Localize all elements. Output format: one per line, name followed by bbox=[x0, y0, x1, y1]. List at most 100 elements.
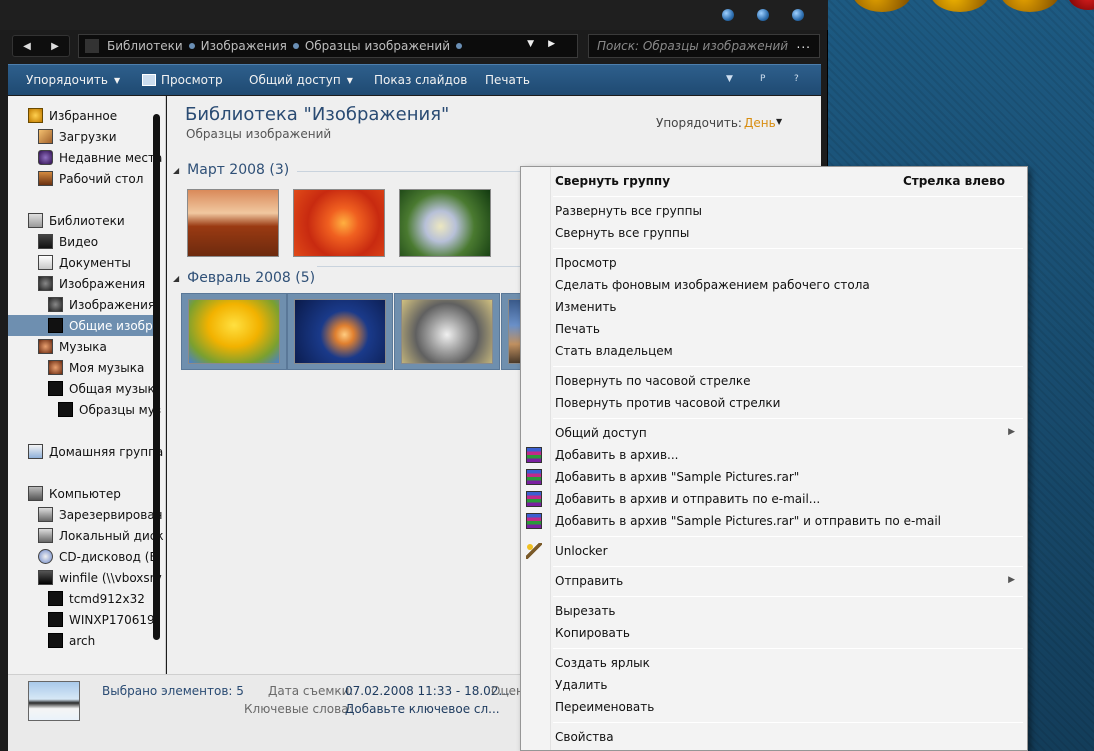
photo-item-selected[interactable] bbox=[394, 293, 500, 370]
collapse-icon[interactable]: ◢ bbox=[173, 274, 179, 283]
nav-public-music[interactable]: Общая музык bbox=[48, 378, 155, 399]
breadcrumb-libraries[interactable]: Библиотеки bbox=[107, 39, 183, 53]
chevron-down-icon[interactable]: ▼ bbox=[776, 117, 782, 126]
menu-item-take-ownership[interactable]: Стать владельцем bbox=[521, 340, 1027, 362]
group-label: Февраль 2008 (5) bbox=[187, 270, 316, 286]
nav-documents[interactable]: Документы bbox=[38, 252, 131, 273]
nav-label: Общие изобр bbox=[69, 318, 153, 333]
slideshow-button[interactable]: Показ слайдов bbox=[374, 73, 467, 87]
breadcrumb-pictures[interactable]: Изображения bbox=[201, 39, 287, 53]
nav-scrollbar[interactable] bbox=[153, 114, 160, 640]
minimize-button[interactable] bbox=[722, 9, 734, 21]
computer-icon bbox=[28, 486, 43, 501]
back-icon[interactable]: ◀ bbox=[23, 41, 31, 52]
nav-desktop[interactable]: Рабочий стол bbox=[38, 168, 143, 189]
menu-item-properties[interactable]: Свойства bbox=[521, 726, 1027, 748]
nav-network-drive[interactable]: winfile (\\vboxsrv bbox=[38, 567, 162, 588]
nav-label: Общая музык bbox=[69, 381, 155, 396]
menu-item-edit[interactable]: Изменить bbox=[521, 296, 1027, 318]
nav-public-pictures[interactable]: Общие изобр bbox=[8, 315, 153, 336]
magic-wand-icon bbox=[526, 543, 542, 559]
date-taken-value[interactable]: 07.02.2008 11:33 - 18.02.... bbox=[345, 684, 514, 698]
nav-label: Изображения bbox=[69, 297, 156, 312]
organize-button[interactable]: Упорядочить ▼ bbox=[26, 73, 120, 87]
menu-item-create-shortcut[interactable]: Создать ярлык bbox=[521, 652, 1027, 674]
preview-icon bbox=[142, 74, 156, 86]
menu-item-cut[interactable]: Вырезать bbox=[521, 600, 1027, 622]
menu-item-copy[interactable]: Копировать bbox=[521, 622, 1027, 644]
nav-music[interactable]: Музыка bbox=[38, 336, 107, 357]
group-header-february[interactable]: ◢ Февраль 2008 (5) bbox=[173, 267, 315, 289]
menu-item-rename[interactable]: Переименовать bbox=[521, 696, 1027, 718]
menu-item-print[interactable]: Печать bbox=[521, 318, 1027, 340]
menu-item-preview[interactable]: Просмотр bbox=[521, 252, 1027, 274]
collapse-icon[interactable]: ◢ bbox=[173, 166, 179, 175]
menu-item-archive-email[interactable]: Добавить в архив и отправить по e-mail..… bbox=[521, 488, 1027, 510]
nav-computer[interactable]: Компьютер bbox=[28, 483, 121, 504]
photo-thumbnail[interactable] bbox=[293, 189, 385, 257]
share-button[interactable]: Общий доступ ▼ bbox=[249, 73, 353, 87]
breadcrumb-separator-icon[interactable] bbox=[456, 43, 462, 49]
nav-my-music[interactable]: Моя музыка bbox=[48, 357, 144, 378]
address-bar[interactable]: Библиотеки Изображения Образцы изображен… bbox=[78, 34, 578, 58]
folder-icon bbox=[85, 39, 99, 53]
winrar-icon bbox=[526, 513, 542, 529]
menu-item-delete[interactable]: Удалить bbox=[521, 674, 1027, 696]
menu-item-expand-all[interactable]: Развернуть все группы bbox=[521, 200, 1027, 222]
nav-folder-tcmd[interactable]: tcmd912x32 bbox=[48, 588, 145, 609]
preview-button[interactable]: Просмотр bbox=[142, 73, 223, 87]
nav-downloads[interactable]: Загрузки bbox=[38, 126, 117, 147]
nav-local-disk[interactable]: Локальный диск bbox=[38, 525, 164, 546]
nav-folder-arch[interactable]: arch bbox=[48, 630, 95, 651]
view-options-icon[interactable]: ▼ bbox=[726, 74, 733, 84]
photo-thumbnail[interactable] bbox=[187, 189, 279, 257]
folder-icon bbox=[48, 318, 63, 333]
photo-item-selected[interactable] bbox=[287, 293, 393, 370]
nav-cd-drive[interactable]: CD-дисковод (E: bbox=[38, 546, 161, 567]
photo-item-selected[interactable] bbox=[181, 293, 287, 370]
nav-my-pictures[interactable]: Изображения bbox=[48, 294, 155, 315]
photo-thumbnail[interactable] bbox=[399, 189, 491, 257]
nav-homegroup[interactable]: Домашняя группа bbox=[28, 441, 163, 462]
help-icon[interactable]: ? bbox=[794, 74, 799, 84]
menu-item-rotate-cw[interactable]: Повернуть по часовой стрелке bbox=[521, 370, 1027, 392]
nav-label: arch bbox=[69, 633, 96, 648]
video-icon bbox=[38, 234, 53, 249]
breadcrumb-separator-icon[interactable] bbox=[292, 43, 299, 49]
menu-item-set-wallpaper[interactable]: Сделать фоновым изображением рабочего ст… bbox=[521, 274, 1027, 296]
nav-favorites[interactable]: Избранное bbox=[28, 105, 117, 126]
forward-icon[interactable]: ▶ bbox=[51, 41, 59, 52]
address-row: ◀ ▶ Библиотеки Изображения Образцы изобр… bbox=[10, 34, 820, 58]
nav-reserved-drive[interactable]: Зарезервирован bbox=[38, 504, 163, 525]
close-button[interactable] bbox=[792, 9, 804, 21]
breadcrumb-separator-icon[interactable] bbox=[188, 43, 195, 49]
keywords-value[interactable]: Добавьте ключевое сл... bbox=[345, 702, 500, 716]
address-arrows-icon[interactable]: ▼▶ bbox=[527, 39, 569, 49]
nav-video[interactable]: Видео bbox=[38, 231, 98, 252]
nav-libraries[interactable]: Библиотеки bbox=[28, 210, 125, 231]
nav-pictures[interactable]: Изображения bbox=[38, 273, 145, 294]
menu-item-collapse-all[interactable]: Свернуть все группы bbox=[521, 222, 1027, 244]
menu-item-collapse-group[interactable]: Свернуть группу Стрелка влево bbox=[521, 170, 1027, 192]
menu-item-rotate-ccw[interactable]: Повернуть против часовой стрелки bbox=[521, 392, 1027, 414]
menu-label: Переименовать bbox=[555, 700, 655, 714]
nav-folder-winxp[interactable]: WINXP170619 bbox=[48, 609, 155, 630]
maximize-button[interactable] bbox=[757, 9, 769, 21]
search-input[interactable]: Поиск: Образцы изображений ... bbox=[588, 34, 820, 58]
menu-item-share[interactable]: Общий доступ ▶ bbox=[521, 422, 1027, 444]
preview-pane-icon[interactable]: P bbox=[760, 74, 765, 84]
menu-item-send-to[interactable]: Отправить ▶ bbox=[521, 570, 1027, 592]
nav-buttons: ◀ ▶ bbox=[12, 35, 70, 57]
menu-item-add-to-archive[interactable]: Добавить в архив... bbox=[521, 444, 1027, 466]
search-icon[interactable]: ... bbox=[797, 37, 811, 51]
menu-item-add-to-rar[interactable]: Добавить в архив "Sample Pictures.rar" bbox=[521, 466, 1027, 488]
nav-sample-music[interactable]: Образцы муз bbox=[58, 399, 161, 420]
print-button[interactable]: Печать bbox=[485, 73, 530, 87]
menu-item-unlocker[interactable]: Unlocker bbox=[521, 540, 1027, 562]
group-header-march[interactable]: ◢ Март 2008 (3) bbox=[173, 159, 289, 181]
breadcrumb-sample-pictures[interactable]: Образцы изображений bbox=[305, 39, 450, 53]
menu-item-rar-email[interactable]: Добавить в архив "Sample Pictures.rar" и… bbox=[521, 510, 1027, 532]
arrange-dropdown[interactable]: День bbox=[744, 116, 776, 130]
menu-separator bbox=[553, 196, 1023, 197]
nav-recent-places[interactable]: Недавние места bbox=[38, 147, 162, 168]
